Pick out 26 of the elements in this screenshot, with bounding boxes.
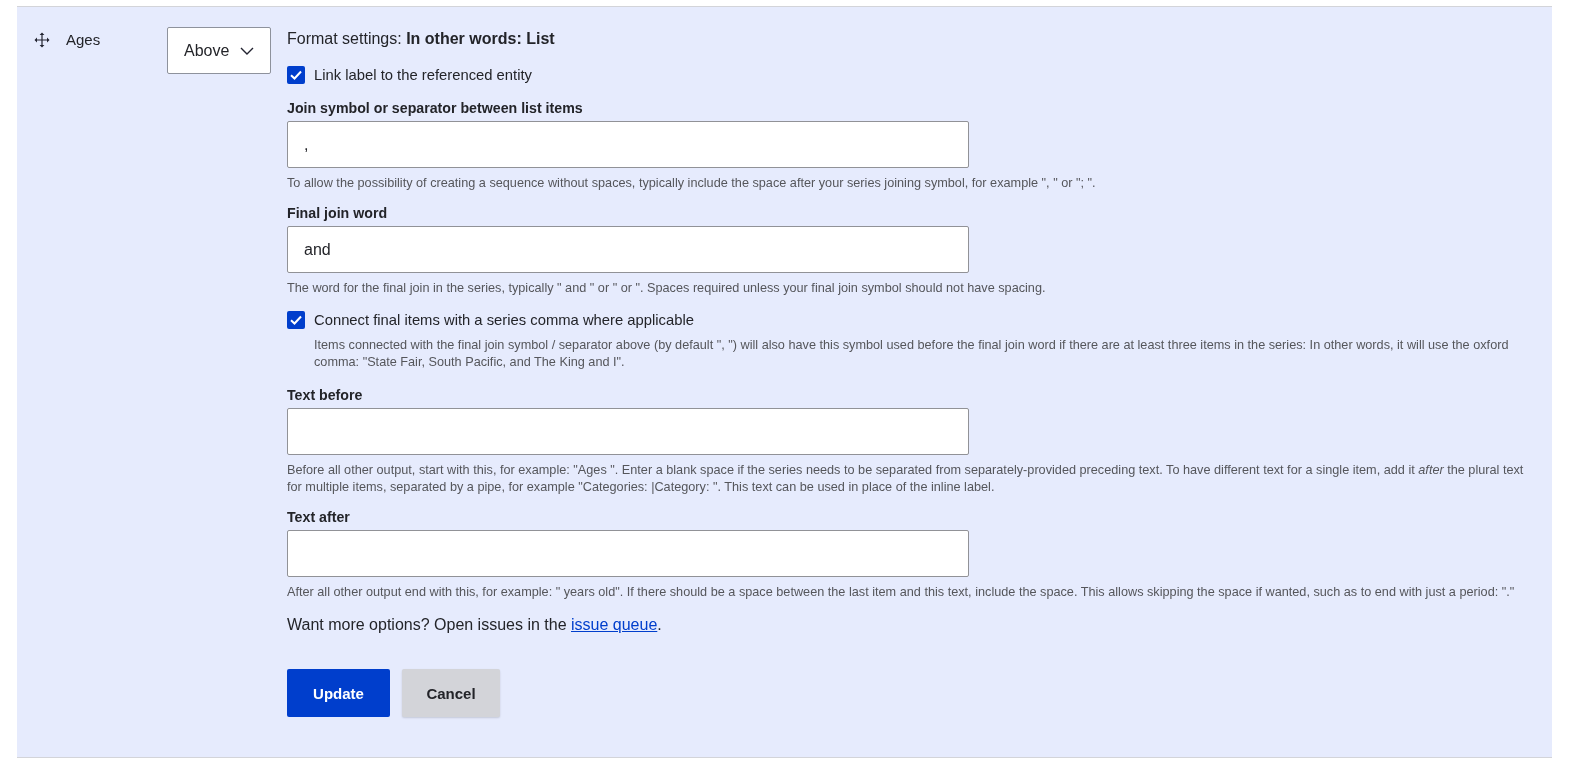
format-settings-title: Format settings: In other words: List [287,29,556,49]
field-label: Ages [66,30,101,50]
checkbox-label: Link label to the referenced entity [314,66,532,84]
issue-queue-link[interactable]: issue queue [571,616,658,633]
field-label: Final join word [287,204,389,223]
text-field[interactable] [287,408,969,455]
field-description: Items connected with the final join symbol / separator above (by default ", ") will also have this symbol used before the final join word if there are at least three items in the series: In other words, it will use the oxford comma: "State Fair, South Pacific, and The King and I". [313,337,1510,371]
field-label: Text before [287,386,364,405]
field-label: Join symbol or separator between list items [287,99,584,118]
checkbox[interactable] [287,66,305,84]
field-description: The word for the final join in the series, typically " and " or " or ". Spaces required unless your final join symbol should not have spacing. [287,280,1047,297]
more-options-text: Want more options? Open issues in the issue queue. [287,615,663,635]
field-description: Before all other output, start with this, for example: "Ages ". Enter a blank space if the series needs to be separated from separately-provided preceding text. To have different text for a single item, add it after the plural text for multiple items, separated by a pipe, for example "Categories: |Category: ". This text can be used in place of the inline label. [287,462,1525,496]
label-display-dropdown[interactable]: Above [167,27,271,74]
field-description: After all other output end with this, for example: " years old". If there should be a space between the last item and this text, include the space. This allows skipping the space if wanted, such as to end with just a period: "." [287,584,1516,601]
text-field[interactable]: , [287,121,969,168]
move-icon[interactable] [34,32,50,48]
field-label: Text after [287,508,351,527]
field-description: To allow the possibility of creating a sequence without spaces, typically include the space after your series joining symbol, for example ", " or "; ". [287,175,1097,192]
cancel-button[interactable]: Cancel [402,669,500,717]
checkbox[interactable] [287,311,305,329]
text-field[interactable]: and [287,226,969,273]
chevron-down-icon [240,46,254,55]
checkbox-label: Connect final items with a series comma where applicable [314,311,694,329]
text-field[interactable] [287,530,969,577]
update-button[interactable]: Update [287,669,390,717]
